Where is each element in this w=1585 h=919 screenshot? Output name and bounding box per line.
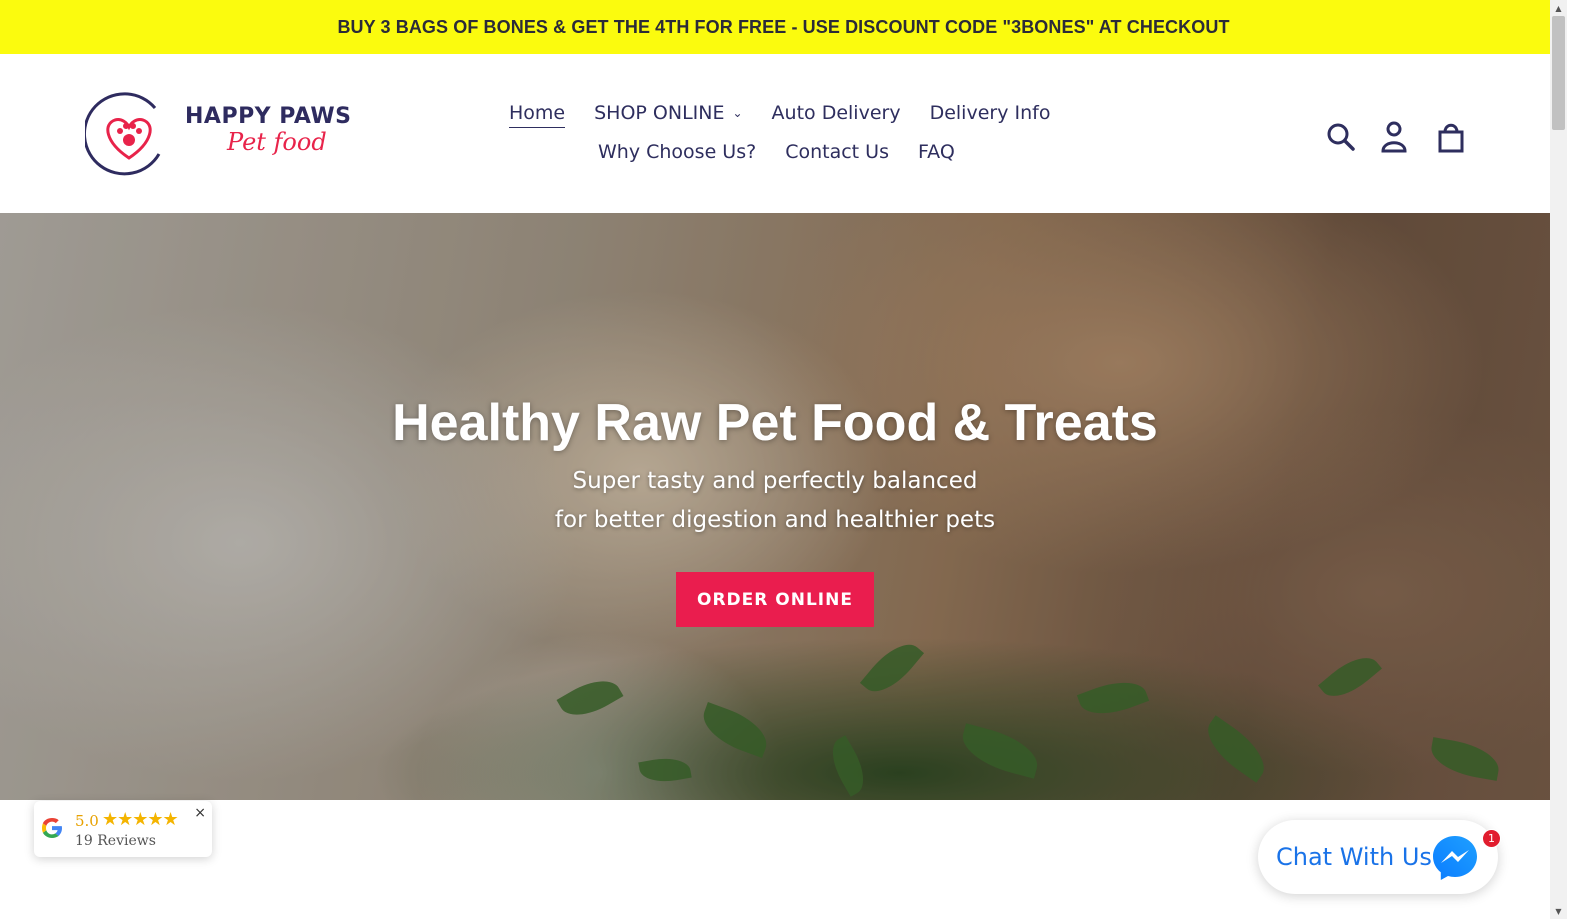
- hero-subtitle-line1: Super tasty and perfectly balanced: [572, 468, 978, 494]
- page-scrollbar[interactable]: ▲ ▼: [1550, 0, 1567, 919]
- site-header: HAPPY PAWS Pet food Home SHOP ONLINE ⌄ Au…: [0, 54, 1567, 214]
- nav-delivery-info[interactable]: Delivery Info: [930, 102, 1051, 128]
- chevron-down-icon: ⌄: [732, 106, 743, 120]
- hero-title: Healthy Raw Pet Food & Treats: [392, 394, 1158, 452]
- brand-tagline: Pet food: [227, 128, 327, 156]
- nav-contact-us[interactable]: Contact Us: [785, 141, 889, 166]
- nav-shop-online-label: SHOP ONLINE: [594, 102, 725, 124]
- nav-why-choose-us[interactable]: Why Choose Us?: [598, 141, 756, 166]
- hero-subtitle-line2: for better digestion and healthier pets: [554, 507, 996, 533]
- announcement-text: BUY 3 BAGS OF BONES & GET THE 4TH FOR FR…: [337, 16, 1230, 37]
- chat-widget[interactable]: Chat With Us: [1258, 820, 1498, 894]
- brand-name: HAPPY PAWS: [185, 104, 352, 129]
- hero-banner: Healthy Raw Pet Food & Treats Super tast…: [0, 213, 1567, 800]
- announcement-bar: BUY 3 BAGS OF BONES & GET THE 4TH FOR FR…: [0, 0, 1567, 54]
- scroll-up-arrow-icon[interactable]: ▲: [1550, 0, 1567, 16]
- cart-icon[interactable]: [1436, 120, 1466, 154]
- search-icon[interactable]: [1326, 120, 1356, 154]
- chat-notification-badge: 1: [1482, 829, 1501, 848]
- page: BUY 3 BAGS OF BONES & GET THE 4TH FOR FR…: [0, 0, 1567, 919]
- google-reviews-badge[interactable]: 5.0 ★★★★★ 19 Reviews ×: [34, 801, 212, 857]
- account-icon[interactable]: [1379, 120, 1409, 154]
- chat-label: Chat With Us: [1276, 843, 1432, 871]
- main-nav-row-2: Why Choose Us? Contact Us FAQ: [598, 141, 955, 166]
- messenger-icon: [1433, 836, 1477, 880]
- main-nav-row-1: Home SHOP ONLINE ⌄ Auto Delivery Delivery…: [509, 102, 1050, 128]
- close-icon[interactable]: ×: [194, 805, 206, 821]
- paw-heart-icon: [85, 92, 161, 176]
- nav-home[interactable]: Home: [509, 102, 566, 128]
- order-online-button[interactable]: ORDER ONLINE: [676, 572, 874, 627]
- google-icon: [42, 818, 62, 838]
- scroll-thumb[interactable]: [1552, 16, 1565, 130]
- brand-logo[interactable]: HAPPY PAWS Pet food: [85, 90, 365, 180]
- nav-auto-delivery[interactable]: Auto Delivery: [772, 102, 901, 128]
- rating-stars: ★★★★★: [102, 809, 179, 830]
- nav-faq[interactable]: FAQ: [918, 141, 955, 166]
- rating-score: 5.0: [75, 812, 99, 830]
- nav-shop-online[interactable]: SHOP ONLINE ⌄: [594, 102, 742, 128]
- scroll-down-arrow-icon[interactable]: ▼: [1550, 903, 1567, 919]
- review-count: 19 Reviews: [75, 833, 156, 849]
